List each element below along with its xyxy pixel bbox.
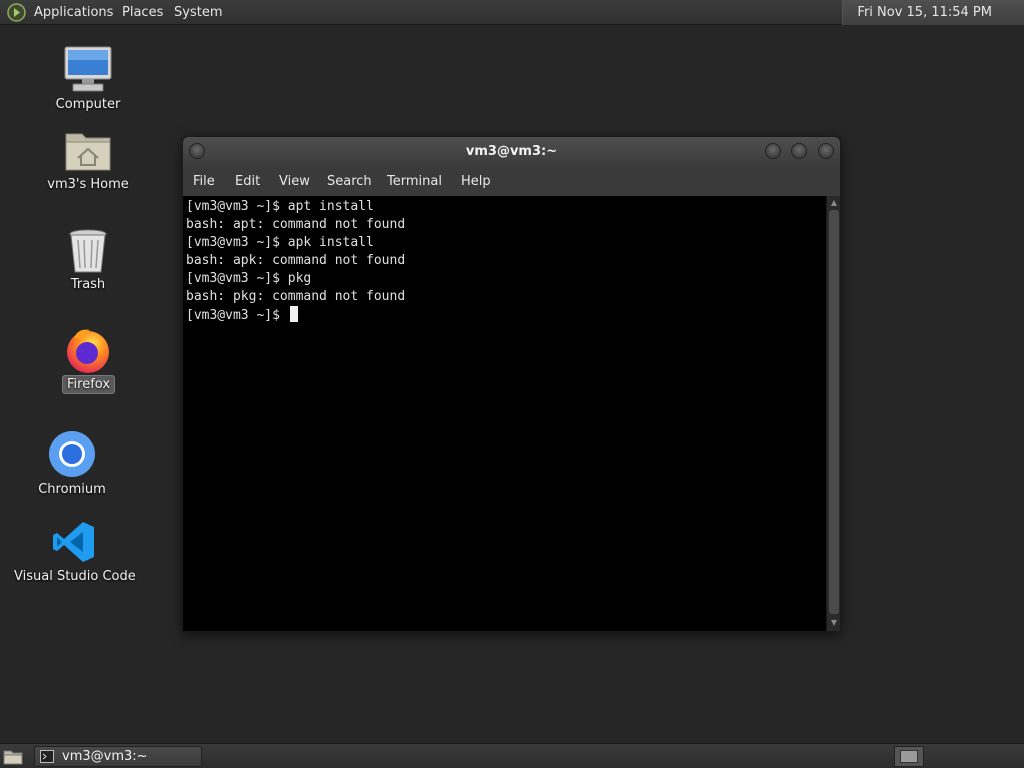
terminal-icon — [40, 750, 54, 763]
menu-search[interactable]: Search — [327, 167, 372, 196]
vscode-icon — [53, 522, 94, 562]
menu-file[interactable]: File — [193, 167, 215, 196]
desktop-icon-computer[interactable]: Computer — [40, 44, 136, 118]
desktop-icon-label: Visual Studio Code — [14, 569, 136, 584]
computer-icon — [64, 46, 112, 92]
desktop: Applications Places System Fri Nov 15, 1… — [0, 0, 1024, 768]
text-cursor — [289, 306, 298, 322]
terminal-line: [vm3@vm3 ~]$ apt install — [186, 199, 374, 214]
firefox-icon — [67, 329, 109, 373]
terminal-menubar: File Edit View Search Terminal Help — [183, 167, 840, 196]
show-desktop-icon[interactable] — [3, 748, 23, 765]
chromium-icon — [49, 431, 95, 477]
scroll-thumb[interactable] — [829, 210, 839, 614]
clock[interactable]: Fri Nov 15, 11:54 PM — [842, 0, 1024, 25]
terminal-line: [vm3@vm3 ~]$ apk install — [186, 235, 374, 250]
terminal-window[interactable]: vm3@vm3:~ File Edit View Search Terminal… — [182, 136, 841, 632]
maximize-button[interactable] — [791, 143, 807, 159]
terminal-line: bash: apt: command not found — [186, 217, 406, 232]
scroll-down-arrow-icon[interactable]: ▼ — [827, 617, 841, 629]
desktop-icon-label: Trash — [70, 277, 106, 292]
terminal-line: bash: apk: command not found — [186, 253, 406, 268]
window-title: vm3@vm3:~ — [465, 144, 558, 159]
prompt-text: [vm3@vm3 ~]$ — [186, 308, 288, 323]
trash-icon — [69, 229, 107, 273]
terminal-line: bash: pkg: command not found — [186, 289, 406, 304]
minimize-button[interactable] — [765, 143, 781, 159]
terminal-output[interactable]: [vm3@vm3 ~]$ apt install bash: apt: comm… — [183, 196, 826, 631]
system-menu[interactable]: System — [174, 0, 222, 25]
desktop-icon-home[interactable]: vm3's Home — [40, 126, 136, 200]
desktop-icon-label: Firefox — [62, 375, 116, 394]
menu-terminal[interactable]: Terminal — [387, 167, 442, 196]
terminal-line: [vm3@vm3 ~]$ pkg — [186, 271, 312, 286]
desktop-icon-firefox[interactable]: Firefox — [40, 326, 136, 398]
applications-menu[interactable]: Applications — [34, 0, 113, 25]
desktop-icon-vscode[interactable]: Visual Studio Code — [14, 520, 136, 590]
taskbar-item-label: vm3@vm3:~ — [62, 749, 148, 764]
terminal-prompt-line[interactable]: [vm3@vm3 ~]$ — [186, 306, 298, 324]
bottom-panel: vm3@vm3:~ — [0, 743, 1024, 768]
desktop-icon-chromium[interactable]: Chromium — [24, 430, 120, 502]
menu-edit[interactable]: Edit — [235, 167, 260, 196]
workspace-switcher[interactable] — [894, 746, 924, 767]
scroll-up-arrow-icon[interactable]: ▲ — [827, 197, 841, 209]
menu-view[interactable]: View — [279, 167, 310, 196]
taskbar-item-terminal[interactable]: vm3@vm3:~ — [34, 746, 202, 767]
workspace-1[interactable] — [900, 750, 918, 763]
menu-help[interactable]: Help — [461, 167, 491, 196]
distro-logo-icon[interactable] — [7, 3, 26, 22]
desktop-icon-trash[interactable]: Trash — [40, 228, 136, 298]
desktop-icon-label: vm3's Home — [47, 177, 129, 192]
close-button[interactable] — [818, 143, 834, 159]
top-panel: Applications Places System Fri Nov 15, 1… — [0, 0, 1024, 25]
terminal-titlebar[interactable]: vm3@vm3:~ — [183, 137, 840, 167]
places-menu[interactable]: Places — [122, 0, 163, 25]
desktop-icon-label: Computer — [55, 97, 121, 112]
terminal-scrollbar[interactable]: ▲ ▼ — [826, 196, 840, 631]
desktop-icon-label: Chromium — [38, 482, 106, 497]
home-folder-icon — [65, 133, 111, 171]
